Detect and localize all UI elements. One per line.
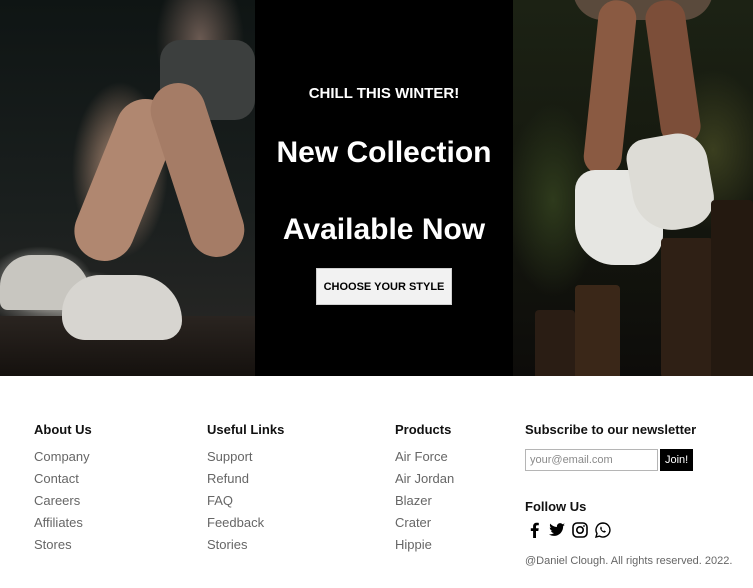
hero-headline-line1: New Collection — [276, 136, 492, 169]
footer-link-stores[interactable]: Stores — [34, 537, 92, 559]
hero-image-left — [0, 0, 255, 376]
newsletter-email-input[interactable] — [525, 449, 658, 471]
footer-link-faq[interactable]: FAQ — [207, 493, 284, 515]
facebook-icon[interactable] — [525, 522, 542, 539]
twitter-icon[interactable] — [548, 522, 565, 539]
footer-link-affiliates[interactable]: Affiliates — [34, 515, 92, 537]
hero-banner: CHILL THIS WINTER! New Collection Availa… — [0, 0, 753, 376]
footer-useful-heading: Useful Links — [207, 422, 285, 437]
hero-promo-panel: CHILL THIS WINTER! New Collection Availa… — [255, 0, 513, 376]
footer-useful-column: Useful Links Support Refund FAQ Feedback… — [207, 422, 284, 559]
footer-link-air-jordan[interactable]: Air Jordan — [395, 471, 454, 493]
footer-link-hippie[interactable]: Hippie — [395, 537, 454, 559]
footer-newsletter-column: Subscribe to our newsletter Join! Follow… — [525, 422, 732, 567]
instagram-icon[interactable] — [571, 522, 588, 539]
newsletter-form: Join! — [525, 449, 732, 471]
newsletter-join-button[interactable]: Join! — [660, 449, 694, 471]
footer-link-company[interactable]: Company — [34, 449, 92, 471]
footer-link-feedback[interactable]: Feedback — [207, 515, 284, 537]
copyright-text: @Daniel Clough. All rights reserved. 202… — [525, 555, 733, 567]
footer-link-contact[interactable]: Contact — [34, 471, 92, 493]
site-footer: About Us Company Contact Careers Affilia… — [0, 376, 753, 588]
footer-about-column: About Us Company Contact Careers Affilia… — [34, 422, 92, 559]
footer-products-heading: Products — [395, 422, 452, 437]
social-links — [525, 521, 732, 539]
footer-link-careers[interactable]: Careers — [34, 493, 92, 515]
footer-link-crater[interactable]: Crater — [395, 515, 454, 537]
footer-link-blazer[interactable]: Blazer — [395, 493, 454, 515]
footer-link-support[interactable]: Support — [207, 449, 284, 471]
hero-image-right — [513, 0, 753, 376]
footer-products-column: Products Air Force Air Jordan Blazer Cra… — [395, 422, 454, 559]
hero-eyebrow: CHILL THIS WINTER! — [308, 85, 460, 102]
whatsapp-icon[interactable] — [594, 522, 611, 539]
hero-headline-line2: Available Now — [282, 213, 486, 246]
footer-link-air-force[interactable]: Air Force — [395, 449, 454, 471]
newsletter-heading: Subscribe to our newsletter — [525, 422, 697, 437]
choose-style-button[interactable]: CHOOSE YOUR STYLE — [316, 268, 452, 305]
footer-link-refund[interactable]: Refund — [207, 471, 284, 493]
footer-link-stories[interactable]: Stories — [207, 537, 284, 559]
follow-us-heading: Follow Us — [525, 499, 587, 514]
footer-about-heading: About Us — [34, 422, 92, 437]
